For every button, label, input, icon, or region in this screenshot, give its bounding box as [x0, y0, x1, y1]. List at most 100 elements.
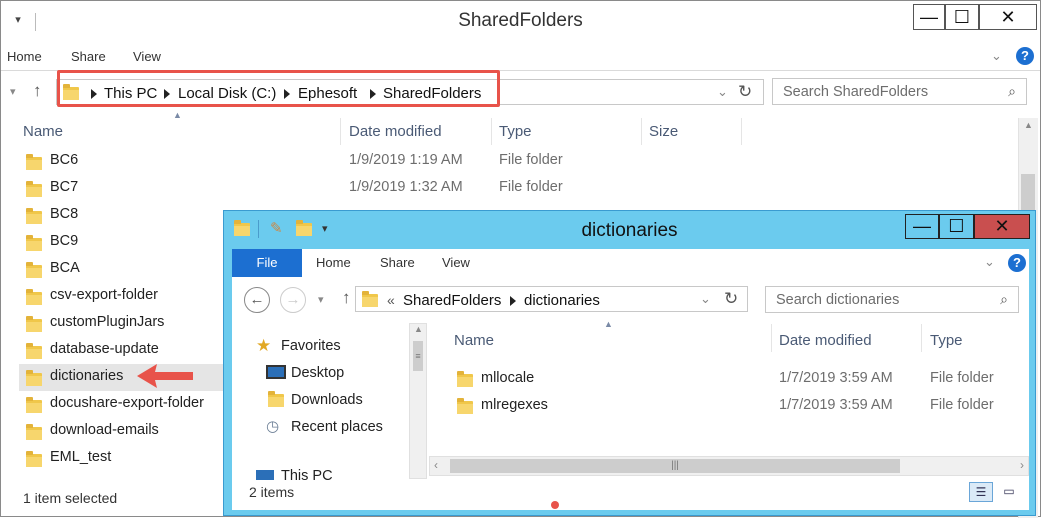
large-icons-view-icon[interactable]: ▭: [998, 482, 1020, 502]
scroll-up-icon[interactable]: ▲: [1024, 120, 1033, 130]
file-name: mllocale: [481, 370, 535, 386]
recent-locations-icon[interactable]: ▾: [318, 293, 324, 306]
file-name: mlregexes: [481, 397, 548, 413]
up-arrow-icon[interactable]: ↑: [33, 81, 42, 101]
breadcrumb-dictionaries[interactable]: dictionaries: [524, 292, 600, 309]
title-bar[interactable]: ▾ SharedFolders — ☐ ✕: [1, 1, 1040, 43]
folder-icon: [26, 235, 42, 251]
nav-item-this-pc[interactable]: This PC: [281, 469, 333, 480]
table-row[interactable]: mlregexes 1/7/2019 3:59 AM File folder: [452, 392, 1027, 419]
tab-home[interactable]: Home: [7, 49, 42, 64]
address-dropdown-icon[interactable]: ⌄: [717, 84, 728, 100]
file-date: 1/9/2019 1:19 AM: [349, 152, 463, 168]
close-button[interactable]: ✕: [979, 4, 1037, 30]
breadcrumb-sharedfolders[interactable]: SharedFolders: [403, 292, 501, 309]
close-button[interactable]: ✕: [974, 214, 1030, 239]
folder-icon: [26, 343, 42, 359]
ribbon: File Home Share View ⌄ ?: [232, 249, 1029, 277]
file-name: download-emails: [50, 422, 159, 438]
maximize-button[interactable]: ☐: [945, 4, 979, 30]
tab-view[interactable]: View: [442, 255, 470, 270]
search-input[interactable]: Search dictionaries ⌕: [765, 286, 1019, 313]
column-header-name[interactable]: Name: [454, 332, 494, 349]
back-arrow-icon[interactable]: ←: [244, 287, 270, 313]
up-arrow-icon[interactable]: ↑: [342, 288, 351, 308]
file-name: database-update: [50, 341, 159, 357]
divider: [741, 118, 742, 145]
address-bar[interactable]: « SharedFolders dictionaries ⌄ ↻: [355, 286, 748, 312]
tab-share[interactable]: Share: [71, 49, 106, 64]
refresh-icon[interactable]: ↻: [724, 289, 738, 309]
resize-handle-dot[interactable]: [551, 501, 559, 509]
ribbon-expand-icon[interactable]: ⌄: [984, 254, 995, 270]
desktop-icon: [266, 365, 286, 379]
recent-locations-icon[interactable]: ▾: [10, 85, 16, 98]
search-placeholder: Search dictionaries: [776, 292, 900, 308]
file-name: BC7: [50, 179, 79, 195]
file-name: BC6: [50, 152, 79, 168]
folder-icon: [26, 316, 42, 332]
nav-item-favorites[interactable]: Favorites: [281, 338, 341, 354]
folder-icon: [457, 371, 473, 387]
chevron-right-icon[interactable]: [510, 296, 516, 306]
horizontal-scrollbar[interactable]: ‹ ||| ›: [429, 456, 1029, 476]
column-header-date[interactable]: Date modified: [349, 123, 442, 150]
ribbon: Home Share View ⌄ ?: [1, 43, 1040, 71]
help-icon[interactable]: ?: [1008, 254, 1026, 272]
nav-pane-scrollbar[interactable]: ▲ ≡: [409, 323, 427, 479]
scroll-up-icon[interactable]: ▲: [414, 324, 423, 334]
scroll-left-icon[interactable]: ‹: [434, 458, 438, 472]
column-header-type[interactable]: Type: [930, 332, 963, 349]
file-type: File folder: [499, 179, 563, 195]
help-icon[interactable]: ?: [1016, 47, 1034, 65]
folder-icon: [26, 451, 42, 467]
tab-home[interactable]: Home: [316, 255, 351, 270]
search-icon: ⌕: [1008, 83, 1016, 99]
status-text: 1 item selected: [23, 490, 118, 506]
table-row[interactable]: BC6 1/9/2019 1:19 AM File folder: [19, 148, 563, 175]
column-header-date[interactable]: Date modified: [779, 332, 872, 349]
scroll-right-icon[interactable]: ›: [1020, 458, 1024, 472]
table-row[interactable]: BC7 1/9/2019 1:32 AM File folder: [19, 175, 563, 202]
maximize-button[interactable]: ☐: [939, 214, 974, 239]
recent-places-icon: ◷: [266, 418, 280, 435]
ribbon-expand-icon[interactable]: ⌄: [991, 48, 1002, 64]
column-header-size[interactable]: Size: [649, 123, 678, 150]
table-row[interactable]: mllocale 1/7/2019 3:59 AM File folder: [452, 365, 1027, 392]
minimize-button[interactable]: —: [905, 214, 939, 239]
title-bar[interactable]: ✎ ▾ dictionaries — ☐ ✕: [224, 211, 1035, 247]
downloads-icon: [268, 391, 284, 407]
tab-file[interactable]: File: [232, 249, 302, 277]
file-type: File folder: [930, 370, 994, 386]
close-icon: ✕: [1000, 6, 1016, 27]
minimize-button[interactable]: —: [913, 4, 945, 30]
folder-icon: [26, 289, 42, 305]
folder-icon: [26, 397, 42, 413]
tab-share[interactable]: Share: [380, 255, 415, 270]
divider: [641, 118, 642, 145]
window-title: SharedFolders: [458, 10, 583, 31]
address-dropdown-icon[interactable]: ⌄: [700, 291, 711, 307]
column-header-name[interactable]: Name: [23, 123, 63, 150]
maximize-icon: ☐: [948, 216, 965, 236]
overflow-chevron-icon[interactable]: «: [387, 292, 395, 308]
nav-item-downloads[interactable]: Downloads: [291, 392, 363, 408]
tab-view[interactable]: View: [133, 49, 161, 64]
column-header-type[interactable]: Type: [499, 123, 532, 150]
scroll-thumb[interactable]: [1021, 174, 1035, 214]
forward-arrow-icon[interactable]: →: [280, 287, 306, 313]
scroll-thumb[interactable]: ≡: [413, 341, 423, 371]
details-view-icon[interactable]: ☰: [969, 482, 993, 502]
search-icon: ⌕: [1000, 291, 1008, 307]
nav-item-desktop[interactable]: Desktop: [291, 365, 344, 381]
search-input[interactable]: Search SharedFolders ⌕: [772, 78, 1027, 105]
file-name: EML_test: [50, 449, 112, 465]
file-name: dictionaries: [50, 368, 124, 384]
scroll-thumb[interactable]: |||: [450, 459, 900, 473]
divider: [921, 324, 922, 352]
minimize-icon: —: [920, 6, 938, 27]
nav-item-recent-places[interactable]: Recent places: [291, 419, 383, 435]
close-icon: ✕: [994, 216, 1010, 236]
refresh-icon[interactable]: ↻: [738, 82, 752, 102]
folder-icon: [26, 208, 42, 224]
